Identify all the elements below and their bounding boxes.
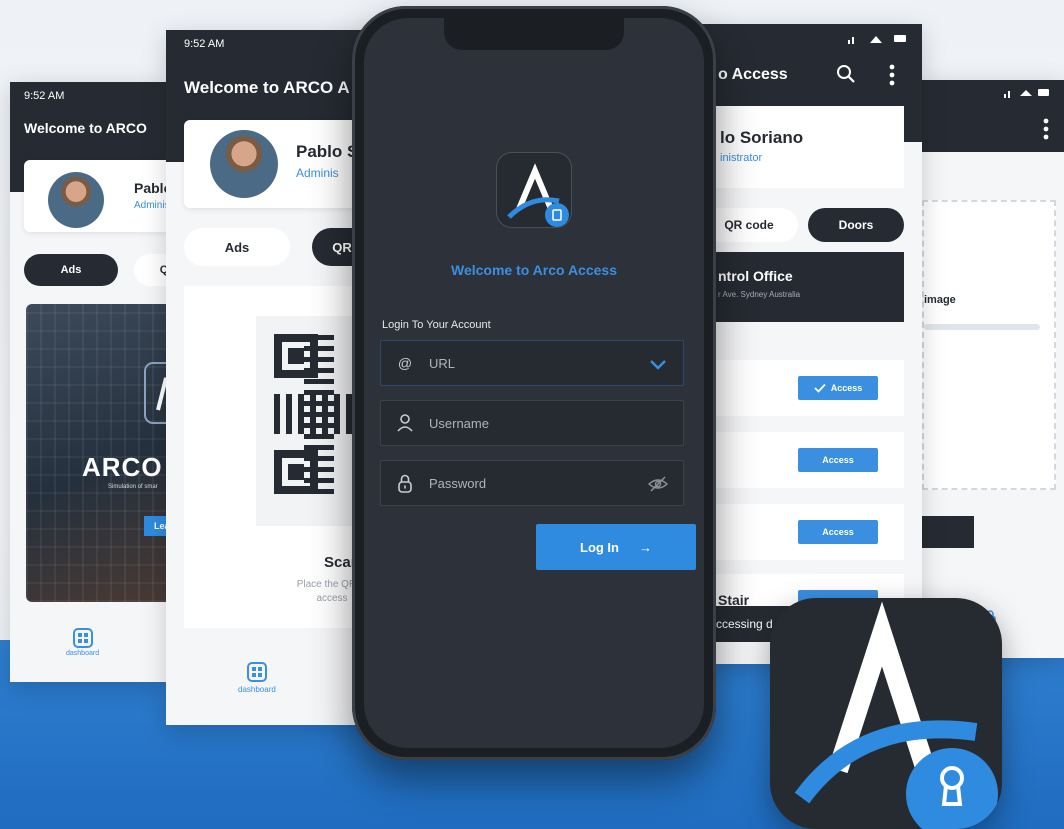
nav-dashboard-label: dashboard (66, 650, 100, 657)
avatar (210, 130, 278, 198)
header-title: Welcome to ARCO (24, 120, 147, 136)
arrow-right-icon: → (639, 539, 652, 555)
screen-ads: 9:52 AM Welcome to ARCO Pablo Adminis Ad… (10, 82, 168, 682)
phone-frame: Welcome to Arco Access Login To Your Acc… (352, 6, 716, 760)
tab-ads[interactable]: Ads (24, 254, 118, 286)
access-button-label: Access (822, 527, 854, 537)
access-button-label: Access (830, 383, 863, 393)
password-field[interactable]: Password (380, 460, 684, 506)
status-icons (1004, 89, 1049, 98)
password-placeholder: Password (429, 475, 487, 491)
learn-more-button[interactable]: Learn (144, 516, 168, 536)
profile-card[interactable]: Pablo Adminis (24, 160, 168, 232)
banner-subtitle: Simulation of smar (108, 484, 158, 490)
chevron-down-icon[interactable] (647, 354, 669, 374)
upload-dropzone[interactable] (922, 200, 1056, 490)
header-title: Welcome to ARCO A (184, 78, 350, 97)
at-icon: @ (397, 355, 413, 371)
nav-dashboard-label: dashboard (238, 685, 276, 694)
user-icon (397, 414, 413, 432)
office-card[interactable]: ntrol Office r Ave. Sydney Australia (700, 252, 904, 322)
door-row: Access (700, 504, 904, 560)
kebab-menu-icon[interactable] (888, 64, 896, 86)
dashboard-icon (246, 662, 267, 682)
search-icon[interactable] (836, 64, 856, 84)
access-button[interactable]: Access (798, 448, 878, 472)
access-button[interactable]: Access (798, 520, 878, 544)
lock-icon (398, 474, 412, 493)
url-placeholder: URL (429, 355, 456, 371)
qr-finder (274, 334, 318, 378)
profile-name: Pablo (134, 180, 168, 196)
banner-title: ARCO (82, 452, 163, 482)
tab-qr[interactable]: Q (134, 254, 168, 286)
profile-name: lo Soriano (720, 128, 804, 147)
username-placeholder: Username (429, 415, 489, 431)
arco-logo-icon (507, 163, 569, 227)
app-header (918, 80, 1064, 152)
arco-logo-icon (794, 601, 998, 829)
eye-off-icon[interactable] (647, 474, 669, 494)
url-field[interactable]: @ URL (380, 340, 684, 386)
profile-card[interactable]: lo Soriano inistrator (700, 106, 904, 188)
tab-ads[interactable]: Ads (184, 228, 290, 266)
login-button[interactable]: Log In → (536, 524, 696, 570)
welcome-title: Welcome to Arco Access (451, 262, 617, 278)
access-button-label: Access (822, 455, 854, 465)
screen-doors: o Access lo Soriano inistrator QR code D… (700, 24, 922, 664)
profile-role: inistrator (720, 152, 763, 164)
screen-upload: image (918, 80, 1064, 658)
login-screen: Welcome to Arco Access Login To Your Acc… (364, 18, 704, 748)
profile-name: Pablo S (296, 142, 359, 161)
login-heading: Login To Your Account (382, 319, 491, 331)
qr-pattern (274, 334, 364, 494)
profile-card[interactable]: Pablo S Adminis (184, 120, 370, 208)
door-row: Access (700, 360, 904, 416)
username-field[interactable]: Username (380, 400, 684, 446)
tab-doors[interactable]: Doors (808, 208, 904, 242)
nav-dashboard[interactable]: dashboard (238, 662, 276, 694)
screen-qr: 9:52 AM Welcome to ARCO A Pablo S Admini… (166, 30, 370, 725)
profile-role: Adminis (134, 200, 168, 211)
door-row: Access (700, 432, 904, 488)
submit-button[interactable] (922, 516, 974, 548)
tab-bar: Ads Q (24, 254, 168, 288)
login-button-label: Log In (580, 539, 619, 555)
phone-notch (444, 18, 624, 50)
app-logo (496, 152, 572, 228)
app-icon-large (770, 598, 1002, 829)
upload-label: image (924, 294, 956, 306)
qr-code (256, 316, 366, 526)
office-name: ntrol Office (718, 268, 793, 284)
qr-card: Scan Place the QR to access (184, 286, 370, 628)
logo-icon (144, 362, 168, 424)
avatar (48, 172, 104, 228)
profile-role: Adminis (296, 166, 339, 180)
office-address: r Ave. Sydney Australia (718, 290, 801, 299)
status-time: 9:52 AM (184, 38, 225, 50)
kebab-menu-icon[interactable] (1042, 118, 1050, 140)
header-title: o Access (718, 66, 788, 83)
qr-finder (274, 450, 318, 494)
status-icons (848, 35, 906, 44)
ad-banner[interactable]: ARCO Simulation of smar Learn (26, 304, 168, 602)
check-icon (814, 383, 826, 393)
dashboard-icon (72, 628, 93, 648)
nav-dashboard[interactable]: dashboard (66, 628, 99, 657)
access-button[interactable]: Access (798, 376, 878, 400)
status-time: 9:52 AM (24, 90, 65, 102)
upload-progress-bar (924, 324, 1040, 330)
